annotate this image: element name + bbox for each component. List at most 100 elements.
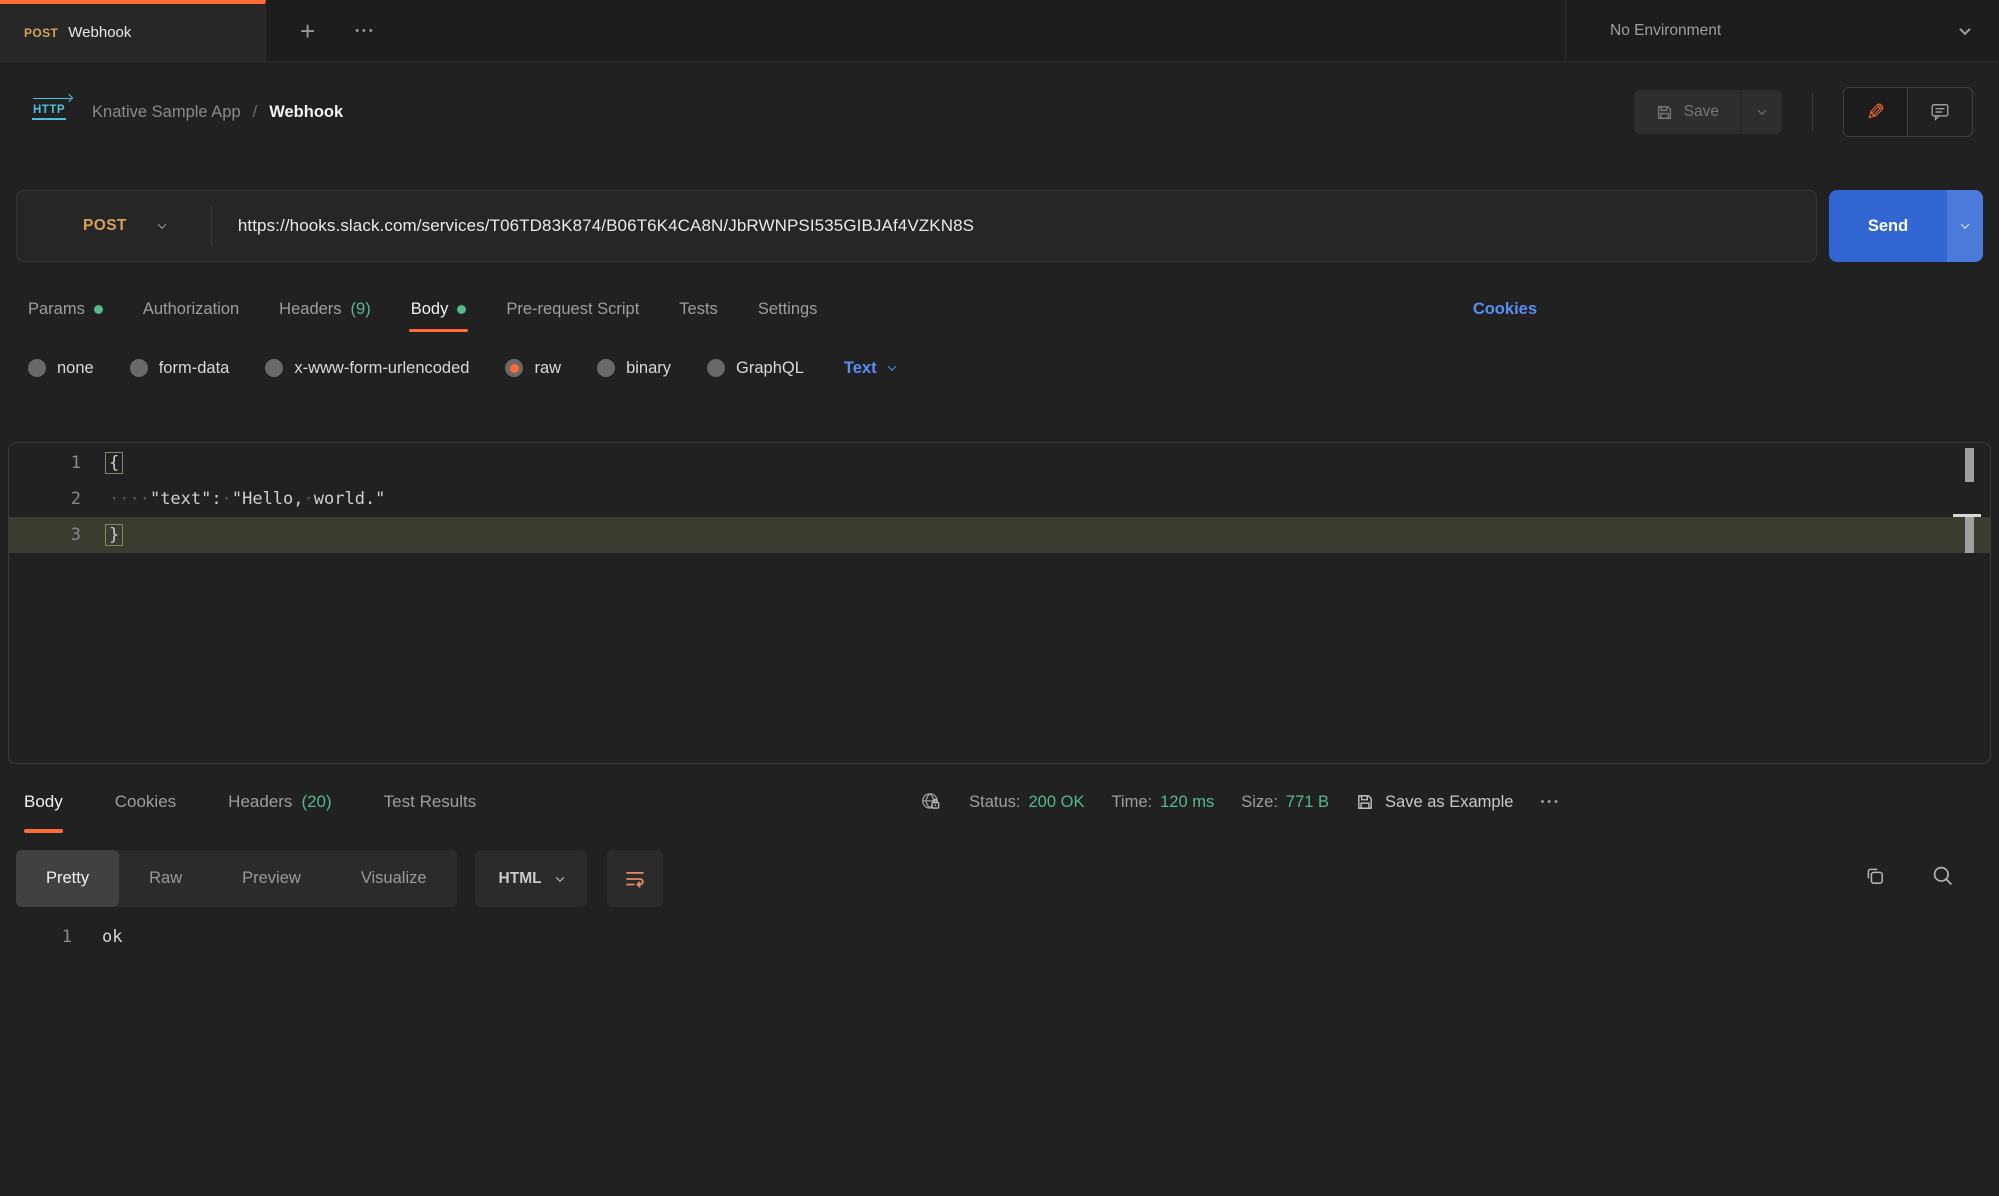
raw-language-select[interactable]: Text [844, 359, 895, 378]
radio-graphql[interactable]: GraphQL [707, 359, 804, 378]
radio-icon [597, 359, 615, 377]
url-row: POST https://hooks.slack.com/services/T0… [16, 190, 1983, 262]
response-tab-headers[interactable]: Headers (20) [228, 764, 332, 840]
comment-icon [1930, 102, 1950, 122]
view-raw[interactable]: Raw [119, 850, 212, 907]
new-tab-icon[interactable]: + [300, 18, 315, 44]
url-box: POST https://hooks.slack.com/services/T0… [16, 190, 1817, 262]
cookies-link[interactable]: Cookies [1473, 300, 1537, 319]
response-meta: Status: 200 OK Time: 120 ms Size: 771 B … [920, 791, 1561, 813]
params-active-dot [94, 305, 103, 314]
network-lock-icon[interactable] [920, 791, 942, 813]
response-view-switcher: Pretty Raw Preview Visualize [16, 850, 457, 907]
response-options-icon[interactable]: ••• [1540, 796, 1561, 808]
response-section-tabs: Body Cookies Headers (20) Test Results S… [0, 764, 1999, 840]
response-tab-body[interactable]: Body [24, 764, 63, 840]
breadcrumb-request-name: Webhook [269, 103, 343, 122]
json-value: world." [314, 489, 386, 509]
response-format-label: HTML [499, 870, 542, 888]
radio-icon [130, 359, 148, 377]
chevron-down-icon [887, 362, 895, 370]
response-line-number: 1 [0, 927, 72, 947]
tab-pre-request-script[interactable]: Pre-request Script [506, 286, 639, 332]
line-number: 1 [9, 453, 81, 473]
copy-icon[interactable] [1863, 864, 1887, 888]
tab-body[interactable]: Body [411, 286, 467, 332]
search-icon[interactable] [1931, 864, 1955, 888]
response-tab-cookies[interactable]: Cookies [115, 764, 176, 840]
status-value: 200 OK [1029, 793, 1085, 812]
radio-selected-icon [505, 359, 523, 377]
send-options-button[interactable] [1947, 190, 1983, 262]
chevron-down-icon [158, 220, 166, 228]
editor-line-3-current: 3 } [9, 517, 1990, 553]
method-label: POST [83, 217, 127, 235]
http-request-icon: HTTP [32, 104, 66, 120]
radio-none[interactable]: none [28, 359, 94, 378]
response-headers-count: (20) [301, 792, 331, 812]
save-options-button[interactable] [1742, 90, 1782, 134]
tab-tests[interactable]: Tests [679, 286, 718, 332]
tab-webhook[interactable]: POST Webhook [0, 0, 266, 61]
view-preview[interactable]: Preview [212, 850, 331, 907]
request-header: HTTP Knative Sample App / Webhook Save ✎ [0, 62, 1999, 162]
chevron-down-icon [555, 873, 563, 881]
response-tools [1863, 850, 1955, 888]
wrap-lines-button[interactable] [607, 850, 663, 907]
request-body-editor[interactable]: 1 { 2 ····"text":·"Hello,·world." 3 } [8, 442, 1991, 764]
tab-actions: + ••• [266, 0, 376, 61]
radio-form-data[interactable]: form-data [130, 359, 230, 378]
tab-options-icon[interactable]: ••• [355, 25, 376, 37]
save-icon [1656, 104, 1673, 121]
save-as-example-button[interactable]: Save as Example [1356, 793, 1513, 812]
status-badge: Status: 200 OK [969, 793, 1084, 812]
method-select[interactable]: POST [17, 217, 165, 235]
header-actions: Save ✎ [1634, 87, 1973, 137]
close-brace: } [105, 524, 123, 546]
size-value: 771 B [1286, 793, 1329, 812]
url-input[interactable]: https://hooks.slack.com/services/T06TD83… [212, 216, 974, 236]
chevron-down-icon [1959, 23, 1970, 34]
editor-line-2: 2 ····"text":·"Hello,·world." [9, 481, 1990, 517]
size-badge: Size: 771 B [1241, 793, 1329, 812]
response-tab-test-results[interactable]: Test Results [384, 764, 477, 840]
save-icon [1356, 793, 1374, 811]
tab-headers[interactable]: Headers (9) [279, 286, 371, 332]
response-format-select[interactable]: HTML [475, 850, 587, 907]
environment-label: No Environment [1610, 22, 1721, 40]
comments-button[interactable] [1908, 88, 1972, 136]
save-button[interactable]: Save [1634, 90, 1782, 134]
editor-scrollbar[interactable] [1952, 443, 1982, 763]
tab-authorization[interactable]: Authorization [143, 286, 239, 332]
send-button-group: Send [1829, 190, 1983, 262]
open-brace: { [105, 452, 123, 474]
radio-binary[interactable]: binary [597, 359, 671, 378]
tab-params[interactable]: Params [28, 286, 103, 332]
chevron-down-icon [1758, 106, 1766, 114]
indent-whitespace: ···· [109, 489, 150, 509]
chevron-down-icon [1961, 220, 1969, 228]
json-value: "Hello, [232, 489, 304, 509]
breadcrumb-collection[interactable]: Knative Sample App [92, 103, 241, 122]
json-key: "text": [150, 489, 222, 509]
wrap-text-icon [624, 868, 646, 890]
edit-request-button[interactable]: ✎ [1844, 88, 1908, 136]
radio-icon [28, 359, 46, 377]
view-pretty[interactable]: Pretty [16, 850, 119, 907]
tab-method-label: POST [24, 26, 58, 40]
radio-icon [265, 359, 283, 377]
response-body[interactable]: 1 ok [0, 927, 1999, 947]
save-button-label: Save [1684, 103, 1719, 121]
tab-settings[interactable]: Settings [758, 286, 818, 332]
response-view-controls: Pretty Raw Preview Visualize HTML [0, 840, 1999, 907]
radio-x-www-form-urlencoded[interactable]: x-www-form-urlencoded [265, 359, 469, 378]
send-button[interactable]: Send [1829, 190, 1947, 262]
radio-raw[interactable]: raw [505, 359, 561, 378]
environment-selector[interactable]: No Environment [1565, 0, 1999, 61]
view-visualize[interactable]: Visualize [331, 850, 457, 907]
body-type-selector: none form-data x-www-form-urlencoded raw… [0, 338, 1999, 398]
headers-count: (9) [351, 300, 371, 319]
response-body-text: ok [72, 927, 122, 947]
tab-title: Webhook [68, 24, 131, 41]
request-section-tabs: Params Authorization Headers (9) Body Pr… [0, 286, 1999, 332]
